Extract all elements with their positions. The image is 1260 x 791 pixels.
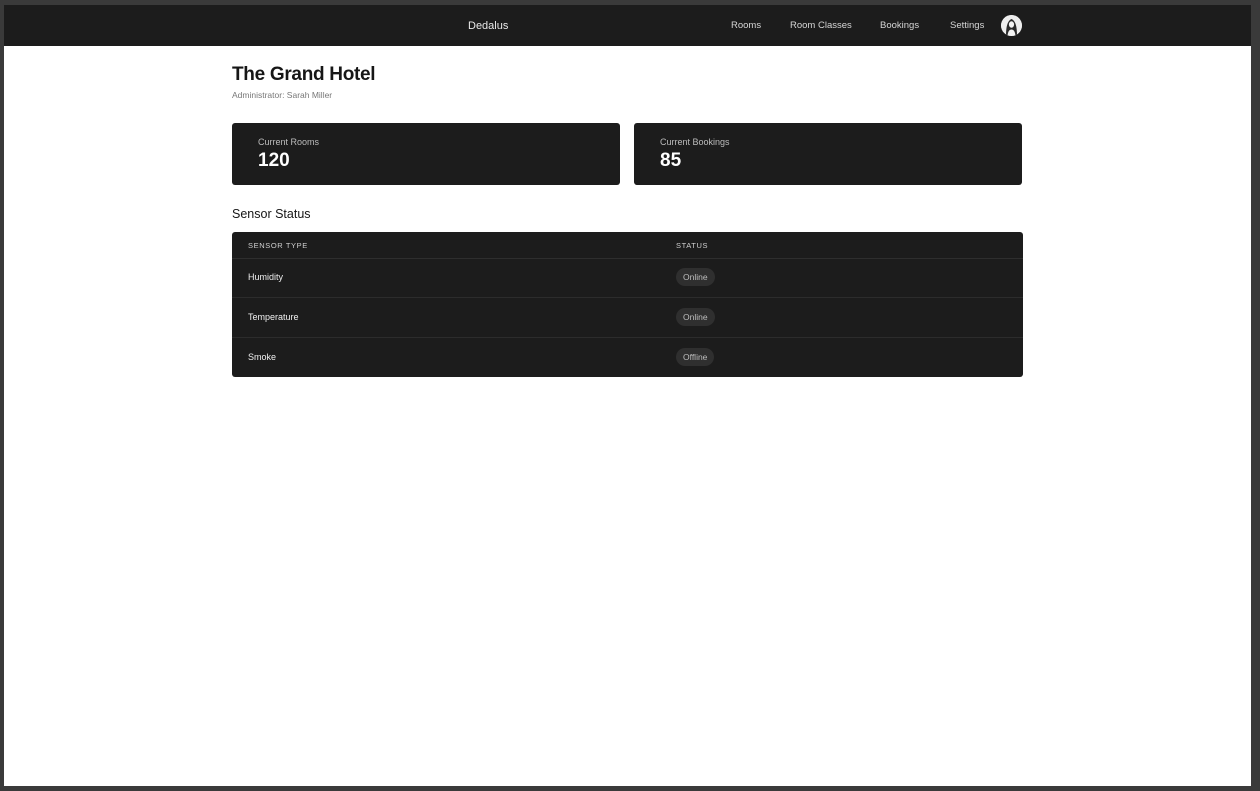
page-title: The Grand Hotel: [232, 64, 376, 85]
sensor-type-cell: Humidity: [248, 272, 284, 282]
brand-logo-text[interactable]: Dedalus: [468, 19, 508, 33]
current-rooms-label: Current Rooms: [258, 137, 320, 147]
sensor-status-heading: Sensor Status: [232, 207, 311, 221]
nav-settings-link[interactable]: Settings: [950, 20, 984, 32]
table-row: Temperature Online: [232, 298, 1023, 338]
current-bookings-value: 85: [660, 150, 682, 171]
table-header: SENSOR TYPE STATUS: [232, 232, 1023, 259]
administrator-label: Administrator: Sarah Miller: [232, 90, 333, 100]
current-rooms-card: Current Rooms 120: [232, 123, 620, 185]
status-badge: Online: [676, 268, 715, 286]
status-badge: Offline: [676, 348, 715, 366]
sensor-type-cell: Smoke: [248, 352, 277, 362]
status-column-header: STATUS: [676, 241, 709, 250]
current-bookings-label: Current Bookings: [660, 137, 730, 147]
table-row: Humidity Online: [232, 258, 1023, 298]
current-bookings-card: Current Bookings 85: [634, 123, 1022, 185]
sensor-type-column-header: SENSOR TYPE: [248, 241, 308, 250]
status-badge: Online: [676, 308, 715, 326]
nav-bookings-link[interactable]: Bookings: [880, 20, 919, 32]
table-row: Smoke Offline: [232, 338, 1023, 377]
sensor-status-table: SENSOR TYPE STATUS Humidity Online Tempe…: [232, 232, 1023, 377]
sensor-type-cell: Temperature: [248, 312, 299, 322]
current-rooms-value: 120: [258, 150, 290, 171]
user-avatar-icon[interactable]: [1001, 15, 1022, 36]
app-window: Dedalus Rooms Room Classes Bookings Sett…: [4, 5, 1251, 786]
nav-room-classes-link[interactable]: Room Classes: [790, 20, 852, 32]
nav-rooms-link[interactable]: Rooms: [731, 20, 761, 32]
top-navigation-bar: Dedalus Rooms Room Classes Bookings Sett…: [4, 5, 1251, 46]
